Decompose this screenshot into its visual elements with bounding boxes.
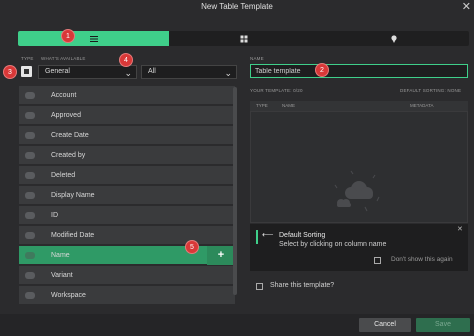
grid-icon <box>240 35 247 42</box>
field-type-icon <box>25 112 35 119</box>
field-label: Approved <box>51 112 81 119</box>
dialog-title: New Table Template <box>0 0 474 18</box>
dont-show-label: Don't show this again <box>391 256 453 263</box>
category-select[interactable]: General ⌄ <box>38 65 137 79</box>
your-template-label: YOUR TEMPLATE: 0/20 <box>250 88 303 93</box>
column-metadata-header: METADATA <box>410 103 434 108</box>
field-label: Variant <box>51 272 73 279</box>
chevron-down-icon: ⌄ <box>124 68 132 78</box>
field-type-icon <box>25 232 35 239</box>
save-button[interactable]: Save <box>416 318 470 332</box>
default-sorting-label: DEFAULT SORTING: NONE <box>400 88 462 93</box>
grid-view-toggle[interactable] <box>169 31 318 46</box>
map-view-toggle[interactable] <box>318 31 469 46</box>
cancel-button[interactable]: Cancel <box>359 318 411 332</box>
arrow-left-icon: ⟵ <box>262 230 274 239</box>
field-label: Modified Date <box>51 232 95 239</box>
field-row[interactable]: Display Name <box>19 186 235 205</box>
toast-close-icon[interactable]: ✕ <box>457 225 463 233</box>
field-label: Account <box>51 92 77 99</box>
secondary-select[interactable]: All ⌄ <box>141 65 237 79</box>
field-type-icon <box>25 92 35 99</box>
type-label: TYPE <box>21 56 34 61</box>
field-row[interactable]: ID <box>19 206 235 225</box>
chevron-down-icon: ⌄ <box>224 68 232 78</box>
empty-cloud-icon <box>334 170 380 212</box>
field-label: Deleted <box>51 172 76 179</box>
whats-available-label: WHAT'S AVAILABLE <box>41 56 86 61</box>
field-label: Created by <box>51 152 86 159</box>
share-label: Share this template? <box>270 282 335 289</box>
field-row[interactable]: Workspace <box>19 286 235 305</box>
field-type-icon <box>25 192 35 199</box>
type-filter-icon[interactable] <box>21 66 32 77</box>
column-name-header: NAME <box>282 103 296 108</box>
default-sorting-toast: ⟵ Default Sorting Select by clicking on … <box>250 224 468 271</box>
field-row[interactable]: Name + <box>19 246 235 265</box>
category-select-value: General <box>45 68 70 75</box>
field-type-icon <box>25 172 35 179</box>
field-type-icon <box>25 272 35 279</box>
list-icon <box>89 35 98 42</box>
map-pin-icon <box>390 34 397 43</box>
field-label: Name <box>51 252 70 259</box>
step-badge-2: 2 <box>315 63 329 77</box>
share-checkbox[interactable] <box>256 283 263 290</box>
field-type-icon <box>25 212 35 219</box>
toast-title: Default Sorting <box>279 232 326 239</box>
field-label: Create Date <box>51 132 89 139</box>
step-badge-5: 5 <box>185 240 199 254</box>
template-table-header: TYPE NAME METADATA <box>250 101 468 111</box>
field-row[interactable]: Modified Date <box>19 226 235 245</box>
step-badge-4: 4 <box>119 53 133 67</box>
step-badge-3: 3 <box>3 65 17 79</box>
secondary-select-value: All <box>148 68 156 75</box>
field-row[interactable]: Variant <box>19 266 235 285</box>
dont-show-checkbox[interactable] <box>374 257 381 264</box>
close-icon[interactable]: ✕ <box>462 0 471 14</box>
step-badge-1: 1 <box>61 29 75 43</box>
template-table-empty <box>250 111 468 223</box>
field-type-icon <box>25 152 35 159</box>
field-row[interactable]: Approved <box>19 106 235 125</box>
field-type-icon <box>25 292 35 299</box>
field-label: Display Name <box>51 192 95 199</box>
name-label: NAME <box>250 56 264 61</box>
field-list-scrollbar[interactable] <box>233 87 237 295</box>
field-list: Account Approved Create Date Created by Dele… <box>19 86 235 305</box>
template-name-input[interactable] <box>250 64 468 78</box>
field-row[interactable]: Create Date <box>19 126 235 145</box>
toast-accent-bar <box>256 230 258 244</box>
field-label: ID <box>51 212 58 219</box>
add-field-button[interactable]: + <box>207 246 235 265</box>
field-label: Workspace <box>51 292 86 299</box>
field-row[interactable]: Created by <box>19 146 235 165</box>
column-type-header: TYPE <box>256 103 268 108</box>
list-view-toggle[interactable] <box>18 31 169 46</box>
field-row[interactable]: Account <box>19 86 235 105</box>
field-type-icon <box>25 252 35 259</box>
field-type-icon <box>25 132 35 139</box>
toast-message: Select by clicking on column name <box>279 241 387 248</box>
field-row[interactable]: Deleted <box>19 166 235 185</box>
